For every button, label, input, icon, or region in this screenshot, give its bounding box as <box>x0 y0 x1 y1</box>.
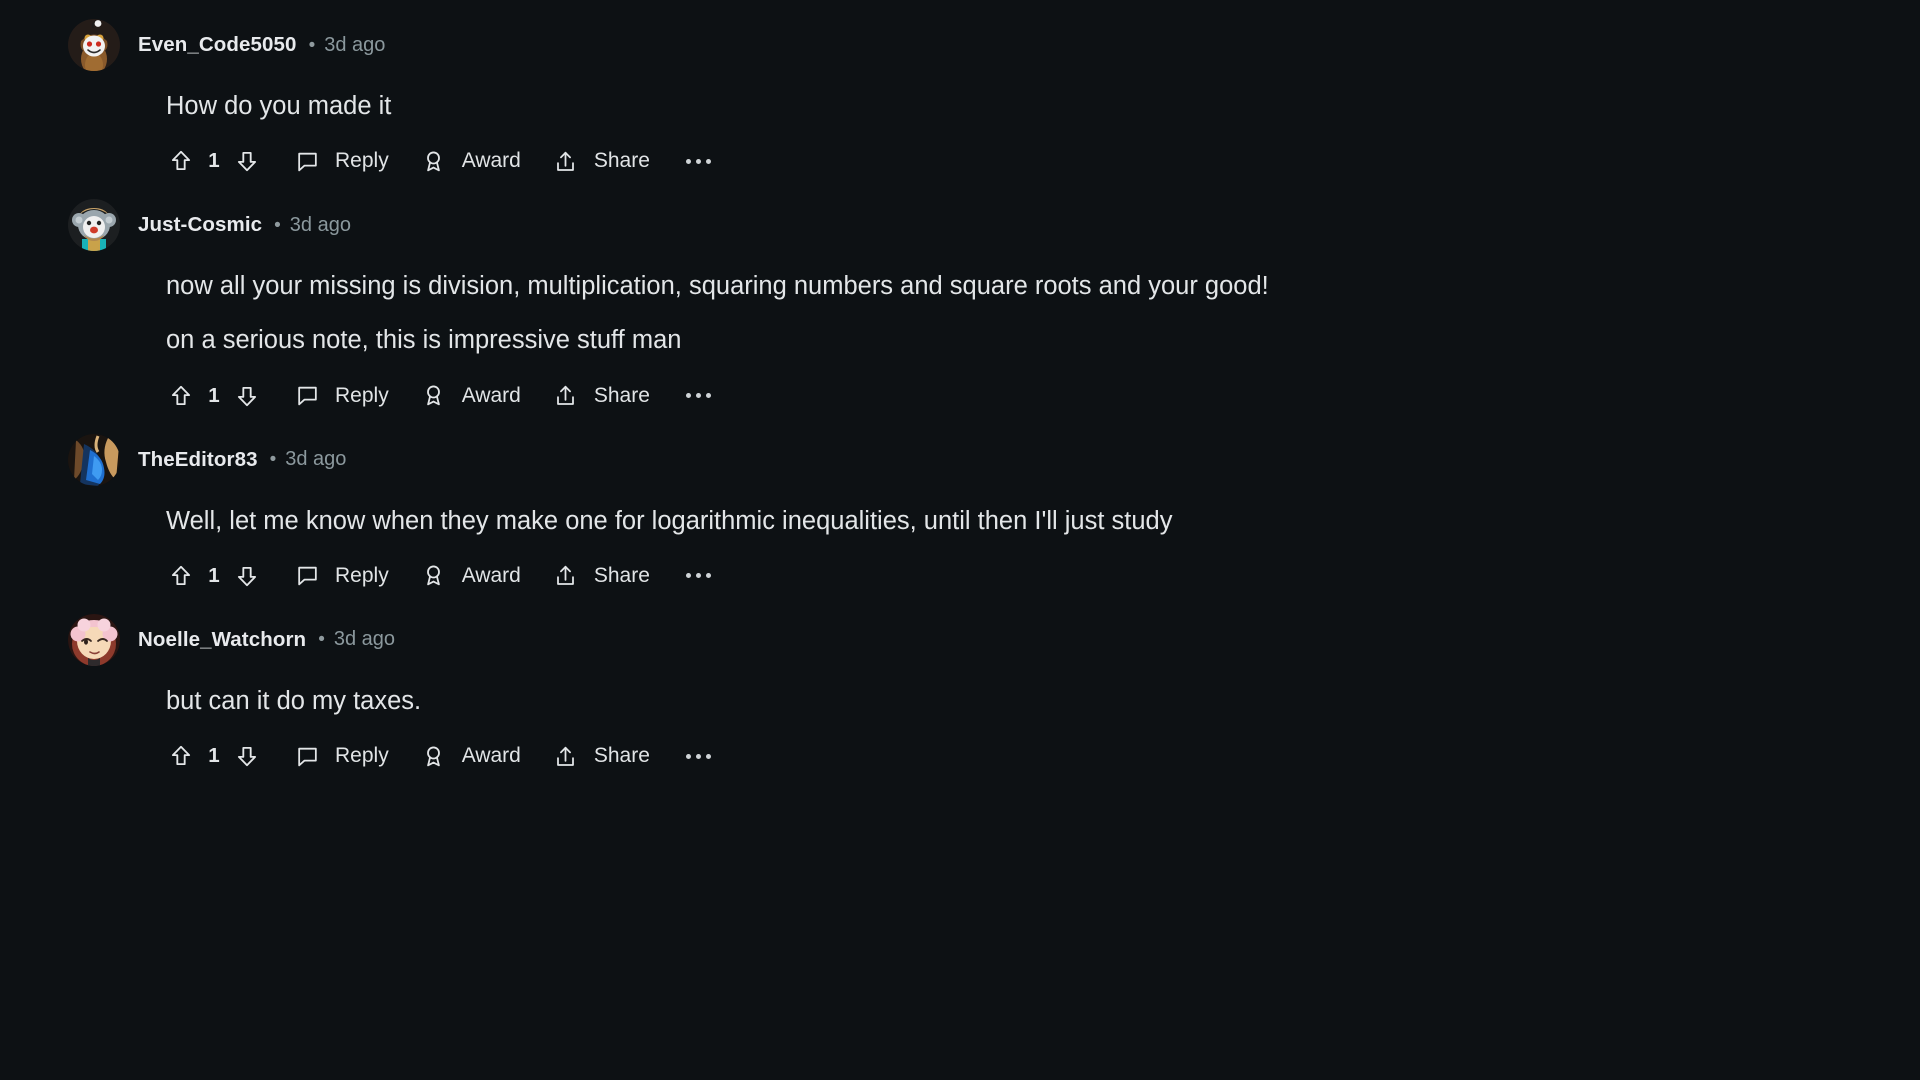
overflow-ellipsis-icon[interactable] <box>680 735 717 777</box>
share-label: Share <box>593 744 650 768</box>
award-label: Award <box>461 744 521 768</box>
overflow-ellipsis-icon[interactable] <box>680 555 717 597</box>
reply-button[interactable]: Reply <box>292 140 389 182</box>
overflow-ellipsis-icon[interactable] <box>680 375 717 417</box>
share-arrow-icon <box>551 146 581 176</box>
reply-label: Reply <box>335 744 389 768</box>
downvote-arrow-icon[interactable] <box>232 741 262 771</box>
comment-timestamp[interactable]: 3d ago <box>334 628 395 651</box>
share-label: Share <box>593 563 650 587</box>
comment-action-bar: 1 Reply Award Share <box>166 733 1860 779</box>
comment-author[interactable]: Even_Code5050 <box>138 33 297 57</box>
share-label: Share <box>593 383 650 407</box>
upvote-arrow-icon[interactable] <box>166 561 196 591</box>
vote-group: 1 <box>166 381 262 411</box>
comment-header: TheEditor83 • 3d ago <box>68 433 1860 487</box>
reply-button[interactable]: Reply <box>292 375 389 417</box>
comment-thread: Even_Code5050 • 3d ago How do you made i… <box>0 0 1920 1080</box>
avatar[interactable] <box>68 433 120 486</box>
upvote-arrow-icon[interactable] <box>166 741 196 771</box>
comment-author[interactable]: TheEditor83 <box>138 448 258 472</box>
award-button[interactable]: Award <box>419 140 521 182</box>
comment-header: Noelle_Watchorn • 3d ago <box>68 613 1860 667</box>
award-ribbon-icon <box>419 741 449 771</box>
downvote-arrow-icon[interactable] <box>232 146 262 176</box>
reply-label: Reply <box>335 383 389 407</box>
reply-button[interactable]: Reply <box>292 735 389 777</box>
award-label: Award <box>461 149 521 173</box>
share-label: Share <box>593 149 650 173</box>
speech-bubble-icon <box>292 561 322 591</box>
comment-header: Even_Code5050 • 3d ago <box>68 18 1860 72</box>
upvote-arrow-icon[interactable] <box>166 146 196 176</box>
reply-label: Reply <box>335 149 389 173</box>
vote-group: 1 <box>166 146 262 176</box>
separator-dot: • <box>269 449 277 471</box>
comment-timestamp[interactable]: 3d ago <box>290 214 351 237</box>
comment-text: How do you made it <box>166 92 392 120</box>
vote-group: 1 <box>166 561 262 591</box>
award-button[interactable]: Award <box>419 735 521 777</box>
award-label: Award <box>461 563 521 587</box>
comment-body: Well, let me know when they make one for… <box>166 487 1860 539</box>
comment-author[interactable]: Noelle_Watchorn <box>138 628 306 652</box>
reply-button[interactable]: Reply <box>292 555 389 597</box>
share-arrow-icon <box>551 561 581 591</box>
reply-label: Reply <box>335 563 389 587</box>
speech-bubble-icon <box>292 381 322 411</box>
comment-text: Well, let me know when they make one for… <box>166 506 1173 535</box>
award-ribbon-icon <box>419 561 449 591</box>
separator-dot: • <box>308 34 316 56</box>
comment-body: now all your missing is division, multip… <box>166 252 1860 358</box>
comment-timestamp[interactable]: 3d ago <box>285 448 346 471</box>
comment-author[interactable]: Just-Cosmic <box>138 213 262 237</box>
avatar[interactable] <box>68 19 120 71</box>
comment-item: Just-Cosmic • 3d ago now all your missin… <box>0 198 1920 418</box>
comment-text: on a serious note, this is impressive st… <box>166 326 682 355</box>
upvote-arrow-icon[interactable] <box>166 381 196 411</box>
avatar[interactable] <box>68 613 120 666</box>
comment-header: Just-Cosmic • 3d ago <box>68 198 1860 252</box>
downvote-arrow-icon[interactable] <box>232 561 262 591</box>
vote-count: 1 <box>208 744 220 768</box>
speech-bubble-icon <box>292 146 322 176</box>
comment-item: Even_Code5050 • 3d ago How do you made i… <box>0 18 1920 184</box>
award-button[interactable]: Award <box>419 375 521 417</box>
award-label: Award <box>461 383 521 407</box>
comment-item: TheEditor83 • 3d ago Well, let me know w… <box>0 433 1920 599</box>
share-button[interactable]: Share <box>551 735 650 777</box>
award-button[interactable]: Award <box>419 555 521 597</box>
separator-dot: • <box>318 629 325 651</box>
comment-body: but can it do my taxes. <box>166 667 1860 719</box>
downvote-arrow-icon[interactable] <box>232 381 262 411</box>
vote-count: 1 <box>208 149 220 173</box>
comment-text: now all your missing is division, multip… <box>166 272 1269 301</box>
separator-dot: • <box>274 214 281 236</box>
comment-action-bar: 1 Reply Award Share <box>166 373 1860 419</box>
share-arrow-icon <box>551 741 581 771</box>
comment-timestamp[interactable]: 3d ago <box>324 34 385 57</box>
overflow-ellipsis-icon[interactable] <box>680 140 717 182</box>
share-button[interactable]: Share <box>551 555 650 597</box>
award-ribbon-icon <box>419 146 449 176</box>
share-button[interactable]: Share <box>551 375 650 417</box>
vote-count: 1 <box>208 383 220 407</box>
vote-count: 1 <box>208 563 220 587</box>
comment-action-bar: 1 Reply Award Share <box>166 138 1860 184</box>
comment-item: Noelle_Watchorn • 3d ago but can it do m… <box>0 613 1920 779</box>
comment-text: but can it do my taxes. <box>166 686 422 715</box>
avatar[interactable] <box>68 199 120 252</box>
share-arrow-icon <box>551 381 581 411</box>
speech-bubble-icon <box>292 741 322 771</box>
comment-action-bar: 1 Reply Award Share <box>166 553 1860 599</box>
award-ribbon-icon <box>419 381 449 411</box>
comment-body: How do you made it <box>166 72 1860 124</box>
share-button[interactable]: Share <box>551 140 650 182</box>
vote-group: 1 <box>166 741 262 771</box>
